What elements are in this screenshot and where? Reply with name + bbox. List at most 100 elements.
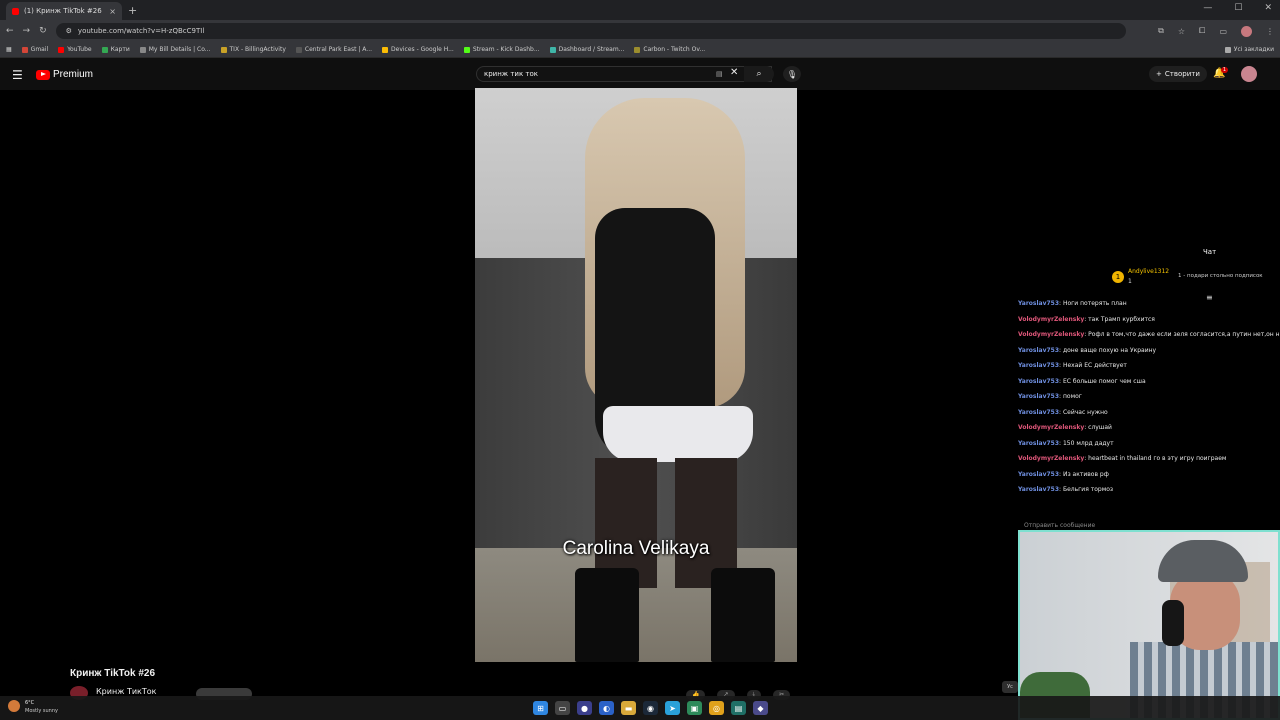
- weather-description: Mostly sunny: [25, 708, 58, 714]
- video-player[interactable]: Carolina Velikaya: [475, 88, 797, 662]
- create-button[interactable]: + Створити: [1149, 66, 1207, 82]
- bookmark-tix[interactable]: TIX - BillingActivity: [220, 46, 286, 53]
- tab-close-icon[interactable]: ×: [109, 7, 116, 16]
- gift-username[interactable]: Andylive1312: [1128, 268, 1169, 275]
- chat-username[interactable]: Yaroslav753: [1018, 486, 1059, 493]
- chat-message: Yaroslav753: помог: [1018, 389, 1280, 405]
- google-home-icon: [382, 46, 389, 53]
- voice-search-button[interactable]: 🎙: [783, 66, 801, 82]
- terminal-icon[interactable]: ▤: [731, 701, 746, 715]
- bookmark-kick[interactable]: Stream - Kick Dashb...: [463, 46, 540, 53]
- browser-tab[interactable]: (1) Кринж TikTok #26 - YouTube ×: [6, 2, 122, 20]
- youtube-logo[interactable]: Premium: [36, 69, 93, 80]
- channel-name[interactable]: Кринж ТикТок: [96, 687, 156, 696]
- chat-text: : 150 млрд дадут: [1059, 439, 1114, 447]
- back-icon[interactable]: ←: [6, 26, 14, 36]
- chat-username[interactable]: Yaroslav753: [1018, 300, 1059, 307]
- site-info-icon[interactable]: ⚙: [66, 27, 72, 35]
- chat-message: VolodymyrZelensky: heartbeat in thailand…: [1018, 451, 1280, 467]
- hamburger-menu-icon[interactable]: ☰: [12, 68, 23, 82]
- bookmark-gmail[interactable]: Gmail: [21, 46, 48, 53]
- chat-message: VolodymyrZelensky: так Трамп курбхится: [1018, 312, 1280, 328]
- youtube-icon: [58, 46, 65, 53]
- chat-username[interactable]: Yaroslav753: [1018, 471, 1059, 478]
- weather-icon[interactable]: [8, 700, 20, 712]
- apps-grid-icon[interactable]: ▦: [6, 46, 12, 53]
- chat-input[interactable]: Отправить сообщение: [1024, 522, 1095, 529]
- maps-icon: [101, 46, 108, 53]
- maximize-icon[interactable]: ☐: [1234, 3, 1242, 13]
- bookmark-google-home[interactable]: Devices - Google H...: [382, 46, 454, 53]
- bookmark-central-park[interactable]: Central Park East | A...: [295, 46, 372, 53]
- chat-username[interactable]: Yaroslav753: [1018, 440, 1059, 447]
- media-app-icon[interactable]: ◆: [753, 701, 768, 715]
- chat-text: : доне ваще похую на Украину: [1059, 346, 1157, 354]
- webcam-cap: [1158, 540, 1248, 582]
- video-person-shorts: [603, 406, 753, 462]
- task-view-icon[interactable]: ▭: [555, 701, 570, 715]
- bookmark-maps[interactable]: Карти: [101, 46, 130, 53]
- chat-username[interactable]: Yaroslav753: [1018, 393, 1059, 400]
- sidebar-icon[interactable]: ▭: [1219, 27, 1227, 36]
- new-tab-button[interactable]: +: [128, 4, 137, 17]
- chat-username[interactable]: VolodymyrZelensky: [1018, 331, 1084, 338]
- browser-menu-icon[interactable]: ⋮: [1266, 27, 1274, 36]
- chat-text: : Из активов рф: [1059, 470, 1109, 478]
- video-caption: Carolina Velikaya: [562, 538, 710, 559]
- chat-message: VolodymyrZelensky: Рофл в том,что даже е…: [1018, 327, 1280, 343]
- screen: (1) Кринж TikTok #26 - YouTube × + — ☐ ✕…: [0, 0, 1280, 720]
- app-icon[interactable]: ▣: [687, 701, 702, 715]
- bookmarks-folder[interactable]: Усі закладки: [1224, 46, 1274, 53]
- chat-username[interactable]: Yaroslav753: [1018, 378, 1059, 385]
- install-app-icon[interactable]: ⧉: [1158, 26, 1164, 36]
- bookmark-carbon[interactable]: Carbon - Twitch Ov...: [634, 46, 705, 53]
- keyboard-icon[interactable]: ▤: [716, 70, 723, 78]
- chat-message: Yaroslav753: ЕС больше помог чем сша: [1018, 374, 1280, 390]
- close-window-icon[interactable]: ✕: [1264, 3, 1272, 13]
- start-windows-icon[interactable]: ⊞: [533, 701, 548, 715]
- dashboard-icon: [549, 46, 556, 53]
- bookmark-bill[interactable]: My Bill Details | Co...: [139, 46, 211, 53]
- chat-message: Yaroslav753: Бельгия тормоз: [1018, 482, 1280, 498]
- account-avatar[interactable]: [1241, 66, 1257, 82]
- reload-icon[interactable]: ↻: [39, 26, 47, 36]
- chat-text: : так Трамп курбхится: [1084, 315, 1155, 323]
- chat-text: : слушай: [1084, 424, 1112, 431]
- minimize-icon[interactable]: —: [1203, 3, 1212, 13]
- bookmark-youtube[interactable]: YouTube: [58, 46, 92, 53]
- browser-actions: ⧉ ☆ ⧠ ▭ ⋮: [1158, 25, 1274, 37]
- folder-icon: [1224, 46, 1231, 53]
- chat-username[interactable]: Yaroslav753: [1018, 409, 1059, 416]
- building-icon: [295, 46, 302, 53]
- chat-text: : Нехай ЕС действует: [1059, 362, 1127, 369]
- file-explorer-icon[interactable]: ▬: [621, 701, 636, 715]
- chat-username[interactable]: VolodymyrZelensky: [1018, 424, 1084, 431]
- telegram-icon[interactable]: ➤: [665, 701, 680, 715]
- forward-icon[interactable]: →: [23, 26, 31, 36]
- browser-tab-bar: (1) Кринж TikTok #26 - YouTube × + — ☐ ✕: [0, 0, 1280, 20]
- search-input[interactable]: кринж тик ток: [476, 66, 772, 82]
- url-field[interactable]: ⚙ youtube.com/watch?v=H-zQBcC9TIl: [55, 23, 1126, 39]
- video-person-boot-left: [575, 568, 639, 662]
- chat-username[interactable]: Yaroslav753: [1018, 347, 1059, 354]
- kick-icon: [463, 46, 470, 53]
- window-controls: — ☐ ✕: [1203, 3, 1272, 13]
- bookmarks-bar: ▦ Gmail YouTube Карти My Bill Details | …: [0, 42, 1280, 58]
- profile-avatar[interactable]: [1241, 25, 1252, 37]
- clear-search-icon[interactable]: ✕: [730, 67, 738, 78]
- bookmark-stream-dashboard[interactable]: Dashboard / Stream...: [549, 46, 624, 53]
- chat-text: : помог: [1059, 393, 1082, 400]
- chrome-icon[interactable]: ◎: [709, 701, 724, 715]
- chat-username[interactable]: Yaroslav753: [1018, 362, 1059, 369]
- extensions-icon[interactable]: ⧠: [1199, 26, 1205, 36]
- notification-count-badge: 1: [1221, 67, 1228, 73]
- bookmark-star-icon[interactable]: ☆: [1178, 27, 1185, 36]
- chat-text: : Ноги потерять план: [1059, 300, 1127, 307]
- chat-message: Yaroslav753: Из активов рф: [1018, 467, 1280, 483]
- obs-icon[interactable]: ●: [577, 701, 592, 715]
- search-button[interactable]: ⌕: [744, 66, 774, 82]
- chat-username[interactable]: VolodymyrZelensky: [1018, 455, 1084, 462]
- chat-username[interactable]: VolodymyrZelensky: [1018, 316, 1084, 323]
- steam-icon[interactable]: ◉: [643, 701, 658, 715]
- edge-icon[interactable]: ◐: [599, 701, 614, 715]
